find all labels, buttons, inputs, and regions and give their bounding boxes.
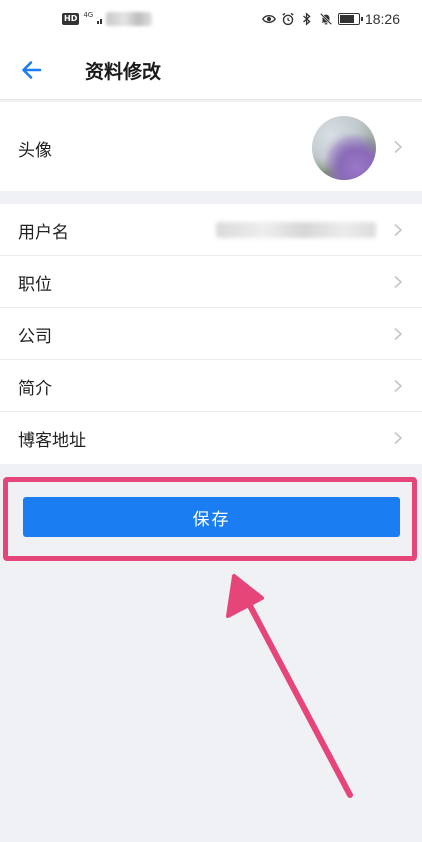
chevron-right-icon (394, 275, 403, 289)
chevron-right-icon (394, 327, 403, 341)
page-title: 资料修改 (85, 61, 162, 83)
eye-icon (262, 15, 276, 23)
hd-badge: HD (62, 13, 80, 25)
chevron-right-icon (394, 431, 403, 445)
status-bar: HD 4G 18:26 (0, 0, 422, 40)
battery-icon (337, 13, 363, 25)
back-arrow-icon[interactable] (18, 56, 46, 84)
status-left: HD 4G (62, 11, 153, 26)
avatar-row[interactable]: 头像 (0, 102, 422, 191)
username-value-blurred (216, 222, 376, 238)
field-row-company[interactable]: 公司 (0, 308, 422, 360)
carrier-blurred (106, 12, 153, 26)
bluetooth-icon (303, 12, 311, 26)
field-label: 简介 (18, 379, 52, 399)
mute-icon (319, 12, 332, 26)
field-row-username[interactable]: 用户名 (0, 204, 422, 256)
field-label: 职位 (18, 275, 52, 295)
network-type: 4G (83, 11, 94, 19)
chevron-right-icon (394, 379, 403, 393)
status-time: 18:26 (364, 11, 400, 27)
chevron-right-icon (394, 140, 403, 154)
avatar-label: 头像 (18, 141, 52, 161)
signal-icon (97, 14, 103, 24)
save-button[interactable]: 保存 (23, 497, 400, 537)
field-label: 用户名 (18, 223, 69, 243)
status-right: 18:26 (262, 11, 400, 27)
field-row-blog[interactable]: 博客地址 (0, 412, 422, 464)
field-row-position[interactable]: 职位 (0, 256, 422, 308)
avatar[interactable] (312, 116, 376, 180)
header: 资料修改 (0, 40, 422, 100)
field-label: 博客地址 (18, 431, 86, 451)
alarm-icon (282, 12, 294, 26)
field-label: 公司 (18, 327, 52, 347)
chevron-right-icon (394, 223, 403, 237)
field-row-bio[interactable]: 简介 (0, 360, 422, 412)
profile-field-list: 用户名 职位 公司 简介 博客地址 (0, 204, 422, 464)
